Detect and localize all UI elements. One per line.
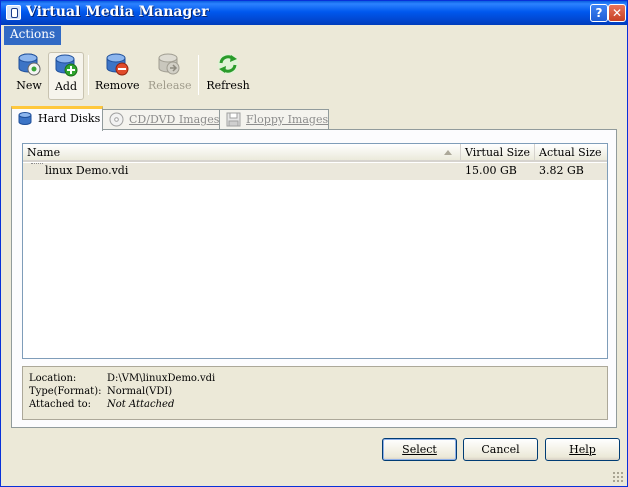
- remove-button[interactable]: Remove: [95, 52, 140, 100]
- help-label: Help: [569, 443, 596, 456]
- tab-cd-dvd-images[interactable]: CD/DVD Images: [102, 109, 220, 130]
- tab-floppy-images[interactable]: Floppy Images: [219, 109, 329, 130]
- cancel-button[interactable]: Cancel: [463, 438, 538, 461]
- column-name-label: Name: [27, 146, 61, 159]
- close-button[interactable]: ✕: [608, 4, 626, 22]
- hard-disk-icon: [18, 111, 33, 126]
- media-list[interactable]: Name Virtual Size Actual Size linux Demo…: [22, 143, 608, 359]
- new-disk-icon: [17, 52, 41, 76]
- refresh-button[interactable]: Refresh: [206, 52, 250, 100]
- release-button[interactable]: Release: [148, 52, 192, 100]
- new-label: New: [16, 79, 42, 92]
- row-actual-size: 3.82 GB: [539, 164, 584, 177]
- tab-hard-disks-label: Hard Disks: [38, 112, 101, 125]
- cancel-label: Cancel: [481, 443, 520, 456]
- add-button[interactable]: Add: [48, 52, 84, 100]
- menu-bar: Actions: [1, 25, 627, 45]
- remove-disk-icon: [105, 52, 129, 76]
- details-box: Location: D:\VM\linuxDemo.vdi Type(Forma…: [22, 366, 608, 420]
- cd-dvd-icon: [109, 112, 124, 127]
- hard-disks-panel: Name Virtual Size Actual Size linux Demo…: [11, 129, 617, 428]
- refresh-icon: [216, 52, 240, 76]
- app-icon: [6, 5, 21, 20]
- menu-actions[interactable]: Actions: [4, 26, 62, 45]
- list-header: Name Virtual Size Actual Size: [23, 144, 607, 162]
- title-bar[interactable]: Virtual Media Manager ? ✕: [1, 1, 627, 25]
- release-label: Release: [148, 79, 192, 92]
- tab-floppy-label: Floppy Images: [246, 113, 329, 126]
- tree-connector: [31, 163, 43, 164]
- add-disk-icon: [54, 53, 78, 77]
- window-title: Virtual Media Manager: [26, 4, 209, 20]
- type-value: Normal(VDI): [107, 386, 173, 397]
- row-name: linux Demo.vdi: [45, 164, 129, 177]
- column-header-actual-size[interactable]: Actual Size: [535, 144, 607, 162]
- help-title-button[interactable]: ?: [590, 4, 608, 22]
- toolbar: New Add Remove Release Refresh: [1, 47, 627, 103]
- toolbar-separator: [88, 55, 89, 95]
- row-virtual-size: 15.00 GB: [465, 164, 517, 177]
- table-row[interactable]: linux Demo.vdi 15.00 GB 3.82 GB: [23, 163, 607, 180]
- tab-hard-disks[interactable]: Hard Disks: [11, 106, 103, 131]
- help-button[interactable]: Help: [545, 438, 620, 461]
- location-value: D:\VM\linuxDemo.vdi: [107, 373, 216, 384]
- column-header-name[interactable]: Name: [23, 144, 461, 162]
- column-header-virtual-size[interactable]: Virtual Size: [461, 144, 535, 162]
- type-label: Type(Format):: [29, 386, 102, 397]
- tab-cd-dvd-label: CD/DVD Images: [129, 113, 220, 126]
- column-actual-size-label: Actual Size: [539, 146, 602, 159]
- select-button[interactable]: Select: [382, 438, 457, 461]
- column-virtual-size-label: Virtual Size: [465, 146, 530, 159]
- sort-ascending-icon: [444, 150, 452, 155]
- toolbar-separator: [198, 55, 199, 95]
- virtual-media-manager-window: Virtual Media Manager ? ✕ Actions New Ad…: [0, 0, 628, 487]
- new-button[interactable]: New: [12, 52, 46, 100]
- floppy-icon: [226, 112, 241, 127]
- location-label: Location:: [29, 373, 77, 384]
- refresh-label: Refresh: [206, 79, 250, 92]
- attached-value: Not Attached: [107, 399, 175, 410]
- add-label: Add: [54, 80, 78, 93]
- release-disk-icon: [157, 52, 181, 76]
- resize-grip[interactable]: [612, 471, 624, 483]
- select-label: Select: [402, 443, 437, 456]
- remove-label: Remove: [95, 79, 140, 92]
- attached-label: Attached to:: [29, 399, 91, 410]
